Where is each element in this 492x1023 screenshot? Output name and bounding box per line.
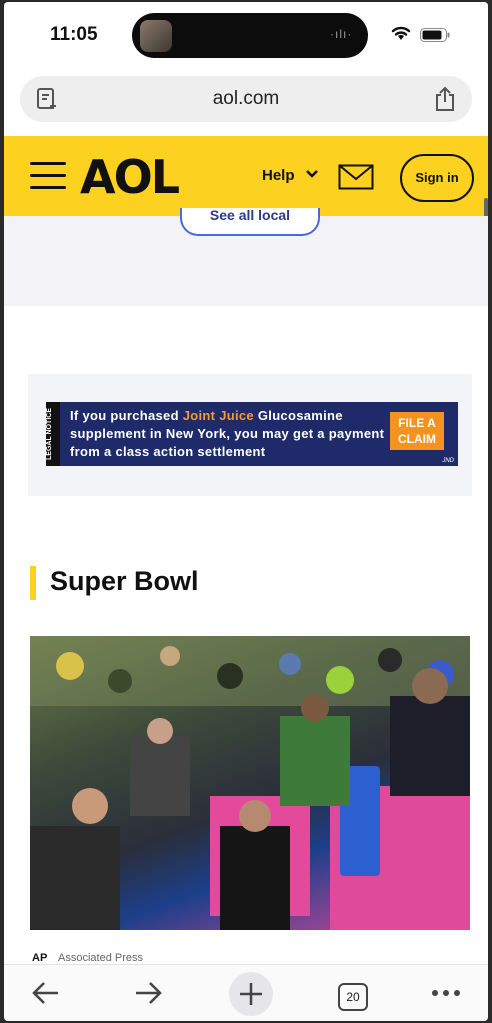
see-all-local-button[interactable]: See all local	[180, 208, 320, 236]
battery-icon	[420, 28, 450, 42]
section-title: Super Bowl	[50, 566, 199, 596]
ad-brand: JND	[442, 458, 454, 464]
aol-logo[interactable]: AOL	[80, 150, 180, 204]
section-accent-bar	[30, 566, 36, 600]
status-bar: 11:05 ·ılı·	[4, 2, 488, 68]
aol-header: AOL Help Sign in	[4, 136, 488, 216]
url-text[interactable]: aol.com	[20, 88, 472, 110]
article-image-illustration	[30, 636, 470, 930]
phone-screen: 11:05 ·ılı· aol.com AOL Help Sign in See…	[4, 2, 488, 1021]
more-options-icon[interactable]	[430, 987, 462, 999]
ad-container: LEGAL NOTICE If you purchased Joint Juic…	[28, 374, 472, 496]
article-image[interactable]	[30, 636, 470, 930]
sign-in-button[interactable]: Sign in	[400, 154, 474, 202]
browser-toolbar: 20	[4, 964, 488, 1021]
address-bar[interactable]: aol.com	[20, 76, 472, 122]
ad-copy: If you purchased Joint Juice Glucosamine…	[70, 408, 385, 459]
audio-wave-icon: ·ılı·	[330, 27, 353, 41]
status-time: 11:05	[50, 24, 98, 45]
chevron-down-icon[interactable]	[304, 166, 320, 182]
back-arrow-icon[interactable]	[30, 977, 62, 1009]
dynamic-island[interactable]: ·ılı·	[132, 13, 368, 58]
wifi-icon	[391, 26, 411, 40]
mail-icon[interactable]	[338, 164, 374, 190]
help-menu-label[interactable]: Help	[262, 167, 295, 184]
ad-banner[interactable]: LEGAL NOTICE If you purchased Joint Juic…	[46, 402, 458, 466]
source-logo: AP	[32, 952, 48, 964]
ad-highlight: Joint Juice	[182, 408, 254, 423]
share-icon[interactable]	[434, 86, 456, 112]
file-a-claim-button[interactable]: FILE A CLAIM	[390, 412, 444, 450]
source-name: Associated Press	[58, 952, 143, 964]
legal-notice-label: LEGAL NOTICE	[46, 402, 60, 466]
local-section: See all local	[4, 208, 488, 306]
now-playing-thumbnail	[140, 20, 172, 52]
menu-icon[interactable]	[30, 162, 66, 190]
forward-arrow-icon[interactable]	[132, 977, 164, 1009]
tabs-count-button[interactable]: 20	[338, 983, 368, 1011]
new-tab-icon[interactable]	[228, 971, 274, 1017]
